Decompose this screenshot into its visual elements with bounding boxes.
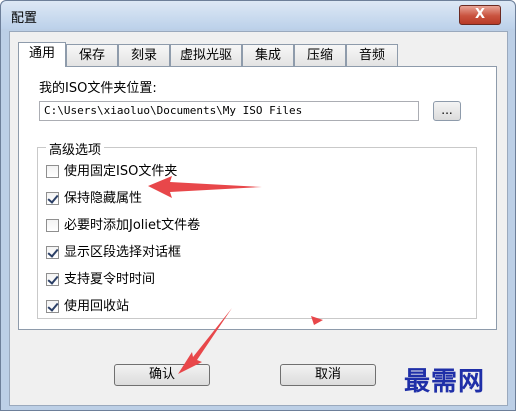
tab-audio[interactable]: 音频 — [346, 44, 398, 66]
tab-integration[interactable]: 集成 — [242, 44, 294, 66]
option-label: 显示区段选择对话框 — [64, 245, 182, 260]
iso-folder-path-input[interactable]: C:\Users\xiaoluo\Documents\My ISO Files — [39, 101, 419, 121]
checkbox-keep-hidden-attribute[interactable] — [46, 192, 59, 205]
checkbox-daylight-saving-time[interactable] — [46, 273, 59, 286]
option-label: 使用回收站 — [64, 299, 130, 314]
tab-general[interactable]: 通用 — [18, 42, 66, 67]
option-label: 支持夏令时时间 — [64, 272, 156, 287]
checkbox-show-session-dialog[interactable] — [46, 246, 59, 259]
tab-virtual-drive[interactable]: 虚拟光驱 — [170, 44, 242, 66]
checkbox-use-fixed-iso-folder[interactable] — [46, 165, 59, 178]
config-dialog: 配置 X 通用 保存 刻录 虚拟光驱 集成 压缩 音频 我的ISO文件夹位置: … — [0, 0, 516, 411]
advanced-options-group: 高级选项 使用固定ISO文件夹 保持隐藏属性 必要时添加Joliet文件卷 显示… — [37, 139, 477, 319]
tab-save[interactable]: 保存 — [66, 44, 118, 66]
advanced-options-title: 高级选项 — [46, 139, 105, 158]
watermark-logo: 最需网 — [404, 367, 486, 397]
ok-button[interactable]: 确认 — [114, 364, 210, 386]
dialog-body: 通用 保存 刻录 虚拟光驱 集成 压缩 音频 我的ISO文件夹位置: C:\Us… — [9, 31, 508, 406]
tab-compression[interactable]: 压缩 — [294, 44, 346, 66]
window-title: 配置 — [11, 11, 38, 26]
browse-button[interactable]: ... — [433, 101, 461, 121]
iso-folder-label: 我的ISO文件夹位置: — [39, 81, 157, 96]
general-tab-panel: 我的ISO文件夹位置: C:\Users\xiaoluo\Documents\M… — [18, 66, 497, 330]
option-label: 保持隐藏属性 — [64, 191, 143, 206]
cancel-button[interactable]: 取消 — [280, 364, 376, 386]
close-button[interactable]: X — [459, 5, 501, 25]
title-bar: 配置 X — [1, 1, 515, 29]
option-label: 使用固定ISO文件夹 — [64, 164, 178, 179]
option-label: 必要时添加Joliet文件卷 — [64, 218, 201, 233]
checkbox-add-joliet-volume[interactable] — [46, 219, 59, 232]
tab-burn[interactable]: 刻录 — [118, 44, 170, 66]
checkbox-use-recycle-bin[interactable] — [46, 300, 59, 313]
